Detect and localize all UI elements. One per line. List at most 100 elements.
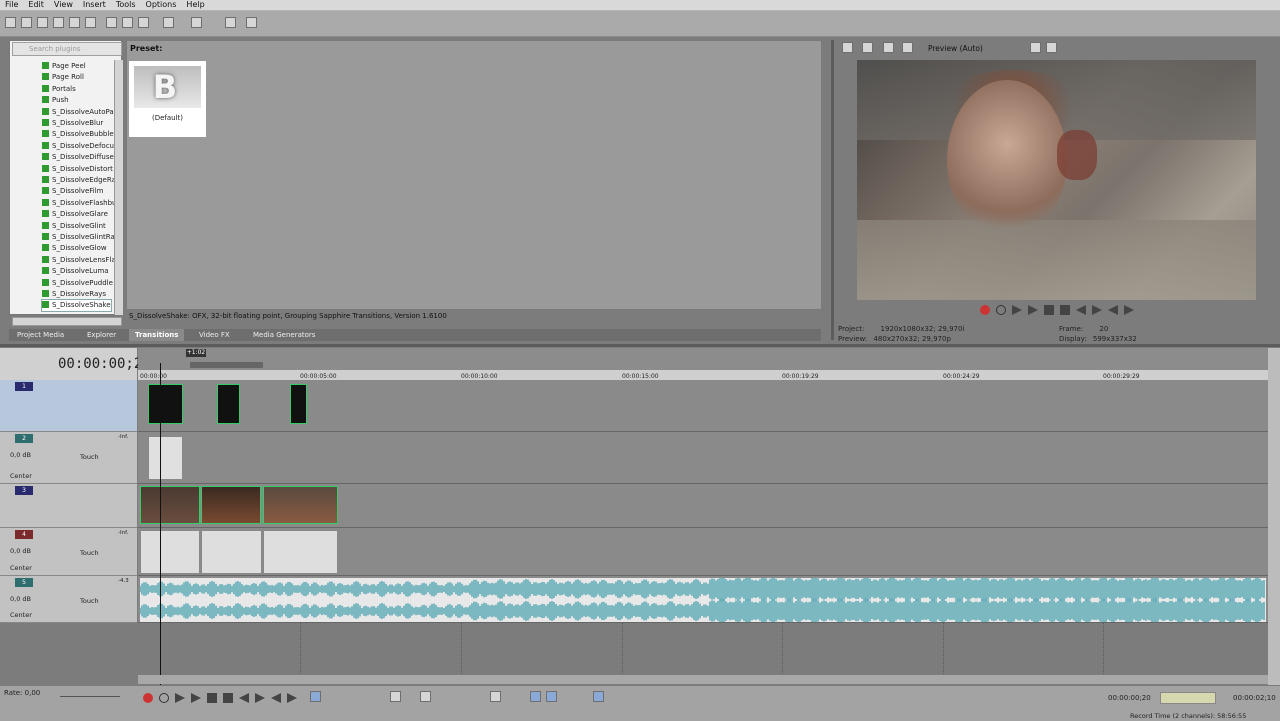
loop-icon[interactable]: [996, 305, 1006, 315]
plugin-item[interactable]: S_DissolveGlow: [42, 243, 107, 254]
menu-help[interactable]: Help: [181, 0, 209, 10]
loop-region[interactable]: [190, 362, 263, 368]
timeline-play-icon[interactable]: [191, 693, 201, 703]
help-icon[interactable]: [246, 17, 257, 28]
plugin-item[interactable]: S_DissolveFilm: [42, 186, 103, 197]
plugin-item[interactable]: Push: [42, 95, 69, 106]
undo-icon[interactable]: [163, 17, 174, 28]
plugin-item[interactable]: S_DissolveRays: [42, 289, 106, 300]
video-clip[interactable]: [140, 486, 200, 524]
track-pan[interactable]: Center: [10, 564, 32, 572]
timeline-previous-frame-icon[interactable]: [271, 693, 281, 703]
plugin-item[interactable]: S_DissolveDistort: [42, 164, 113, 175]
timeline-pause-icon[interactable]: [207, 693, 217, 703]
plugin-item[interactable]: Portals: [42, 84, 76, 95]
timeline-go-to-end-icon[interactable]: [255, 693, 265, 703]
enable-snapping-icon[interactable]: [225, 17, 236, 28]
save-as-icon[interactable]: [53, 17, 64, 28]
insert-marker-icon[interactable]: [490, 691, 501, 702]
lock-envelopes-icon[interactable]: [546, 691, 557, 702]
video-clip[interactable]: [263, 486, 338, 524]
normal-edit-tool-icon[interactable]: [310, 691, 321, 702]
properties-icon[interactable]: [85, 17, 96, 28]
previous-frame-icon[interactable]: [1108, 305, 1118, 315]
stop-icon[interactable]: [1060, 305, 1070, 315]
tab-video-fx[interactable]: Video FX: [193, 329, 236, 341]
timeline-next-frame-icon[interactable]: [287, 693, 297, 703]
playhead-cursor[interactable]: [160, 363, 161, 685]
save-snapshot-icon[interactable]: [1046, 42, 1057, 53]
track-header-1[interactable]: 1: [0, 380, 137, 432]
tab-explorer[interactable]: Explorer: [81, 329, 122, 341]
menu-insert[interactable]: Insert: [78, 0, 111, 10]
track-volume[interactable]: 0,0 dB: [10, 595, 31, 603]
video-clip[interactable]: [201, 486, 261, 524]
plugin-item[interactable]: S_DissolveDiffuse: [42, 152, 114, 163]
go-to-end-icon[interactable]: [1092, 305, 1102, 315]
plugin-item[interactable]: S_DissolveGlare: [42, 209, 108, 220]
new-icon[interactable]: [5, 17, 16, 28]
timeline-horizontal-scrollbar[interactable]: [138, 675, 1268, 684]
plugin-item[interactable]: S_DissolveGlintRa: [42, 232, 115, 243]
delete-icon[interactable]: [390, 691, 401, 702]
menu-edit[interactable]: Edit: [23, 0, 49, 10]
render-icon[interactable]: [69, 17, 80, 28]
audio-clip[interactable]: [148, 436, 183, 480]
record-icon[interactable]: [980, 305, 990, 315]
plugin-item[interactable]: S_DissolveBubble: [42, 129, 114, 140]
track-pan[interactable]: Center: [10, 611, 32, 619]
selection-length-field[interactable]: [1160, 692, 1216, 704]
timeline-loop-icon[interactable]: [159, 693, 169, 703]
save-icon[interactable]: [37, 17, 48, 28]
next-frame-icon[interactable]: [1124, 305, 1134, 315]
track-volume[interactable]: 0,0 dB: [10, 451, 31, 459]
track-lane-2[interactable]: [138, 432, 1268, 484]
overlays-icon[interactable]: [902, 42, 913, 53]
preview-properties-icon[interactable]: [842, 42, 853, 53]
play-from-start-icon[interactable]: [1012, 305, 1022, 315]
plugin-item[interactable]: S_DissolveDefocu: [42, 141, 114, 152]
plugin-item[interactable]: S_DissolveLuma: [42, 266, 109, 277]
menu-file[interactable]: File: [0, 0, 23, 10]
timeline-go-to-start-icon[interactable]: [239, 693, 249, 703]
plugin-item[interactable]: Page Roll: [42, 72, 84, 83]
auto-ripple-icon[interactable]: [530, 691, 541, 702]
track-lane-1[interactable]: [138, 380, 1268, 432]
automation-mode[interactable]: Touch: [80, 453, 99, 461]
timeline-stop-icon[interactable]: [223, 693, 233, 703]
copy-icon[interactable]: [122, 17, 133, 28]
tab-transitions[interactable]: Transitions: [129, 329, 185, 341]
pause-icon[interactable]: [1044, 305, 1054, 315]
menu-view[interactable]: View: [49, 0, 78, 10]
menu-tools[interactable]: Tools: [111, 0, 141, 10]
copy-snapshot-icon[interactable]: [1030, 42, 1041, 53]
video-clip[interactable]: [290, 384, 307, 424]
track-header-5[interactable]: 5 0,0 dB Touch Center -4.3: [0, 576, 137, 623]
tab-media-generators[interactable]: Media Generators: [247, 329, 321, 341]
audio-clip[interactable]: [140, 530, 200, 574]
play-icon[interactable]: [1028, 305, 1038, 315]
snapping-icon[interactable]: [593, 691, 604, 702]
plugin-item[interactable]: S_DissolveBlur: [42, 118, 103, 129]
automation-mode[interactable]: Touch: [80, 597, 99, 605]
timeline-play-from-start-icon[interactable]: [175, 693, 185, 703]
open-icon[interactable]: [21, 17, 32, 28]
video-clip[interactable]: [148, 384, 183, 424]
automation-mode[interactable]: Touch: [80, 549, 99, 557]
search-plugins-input[interactable]: Search plugins: [12, 42, 122, 56]
redo-icon[interactable]: [191, 17, 202, 28]
paste-icon[interactable]: [138, 17, 149, 28]
tab-project-media[interactable]: Project Media: [11, 329, 70, 341]
plugin-item[interactable]: Page Peel: [42, 61, 86, 72]
plugin-item[interactable]: S_DissolveFlashbu: [42, 198, 116, 209]
rate-slider[interactable]: [60, 690, 120, 697]
audio-waveform-clip[interactable]: [140, 578, 1266, 622]
plugin-item[interactable]: S_DissolvePuddle: [42, 278, 113, 289]
plugin-item[interactable]: S_DissolveEdgeRa: [42, 175, 116, 186]
track-pan[interactable]: Center: [10, 472, 32, 480]
tree-vertical-scrollbar[interactable]: [114, 60, 123, 315]
cut-icon[interactable]: [106, 17, 117, 28]
external-monitor-icon[interactable]: [862, 42, 873, 53]
menu-options[interactable]: Options: [141, 0, 182, 10]
preview-quality-dropdown[interactable]: Preview (Auto): [928, 44, 983, 53]
